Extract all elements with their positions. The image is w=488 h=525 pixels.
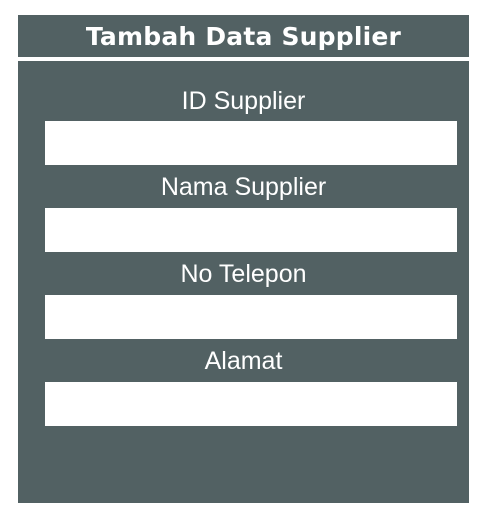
alamat-label: Alamat bbox=[204, 347, 283, 375]
nama-supplier-input[interactable] bbox=[45, 208, 457, 252]
no-telepon-input[interactable] bbox=[45, 295, 457, 339]
nama-supplier-label: Nama Supplier bbox=[160, 173, 327, 201]
alamat-input[interactable] bbox=[45, 382, 457, 426]
form-title: Tambah Data Supplier bbox=[85, 21, 402, 51]
supplier-form: ID Supplier Nama Supplier No Telepon Ala… bbox=[18, 61, 469, 503]
id-supplier-input[interactable] bbox=[45, 121, 457, 165]
form-header: Tambah Data Supplier bbox=[18, 15, 469, 57]
no-telepon-label: No Telepon bbox=[180, 260, 307, 288]
id-supplier-label: ID Supplier bbox=[181, 87, 306, 115]
